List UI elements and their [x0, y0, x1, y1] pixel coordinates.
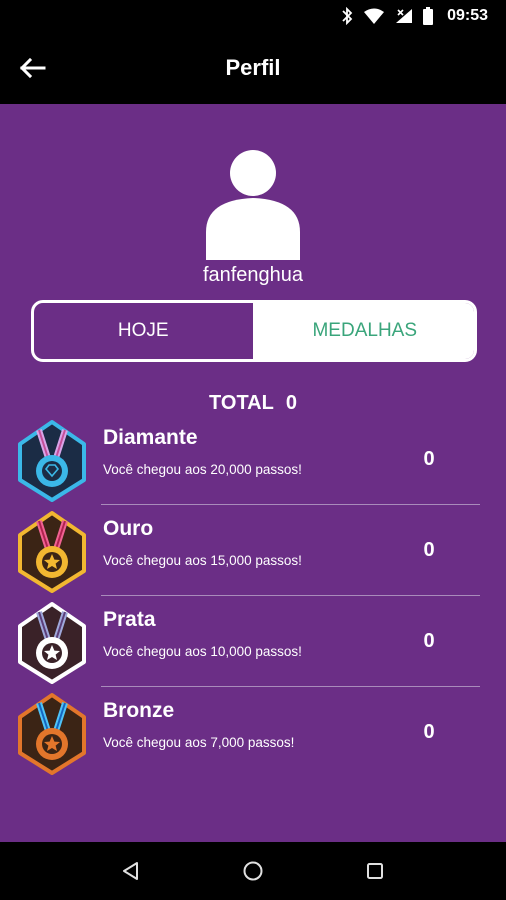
silver-medal-icon [18, 602, 86, 684]
list-item: Diamante Você chegou aos 20,000 passos! … [0, 414, 506, 505]
home-circle-icon [243, 861, 263, 881]
person-icon [206, 150, 300, 260]
tab-medalhas[interactable]: MEDALHAS [255, 303, 474, 359]
page-title: Perfil [225, 55, 281, 80]
app-bar: Perfil [0, 32, 506, 104]
medal-name: Prata [103, 608, 156, 631]
medal-description: Você chegou aos 10,000 passos! [103, 644, 302, 659]
medal-count: 0 [423, 448, 435, 470]
signal-icon [395, 8, 413, 24]
navigation-bar [0, 842, 506, 900]
nav-back-button[interactable] [111, 851, 151, 891]
medal-count: 0 [423, 539, 435, 561]
list-item: Bronze Você chegou aos 7,000 passos! 0 [0, 687, 506, 778]
medal-name: Diamante [103, 426, 198, 449]
bluetooth-icon [341, 7, 353, 25]
profile-content: fanfenghua HOJE MEDALHAS TOTAL 0 Diamante… [0, 104, 506, 842]
back-triangle-icon [123, 862, 138, 880]
medal-name: Ouro [103, 517, 154, 540]
medal-name: Bronze [103, 699, 175, 722]
bronze-medal-icon [18, 693, 86, 775]
wifi-icon [363, 8, 385, 24]
status-time: 09:53 [447, 7, 488, 24]
nav-home-button[interactable] [233, 851, 273, 891]
medal-count: 0 [423, 630, 435, 652]
arrow-left-icon [19, 57, 46, 79]
username: fanfenghua [202, 264, 304, 286]
medal-count: 0 [423, 721, 435, 743]
medal-description: Você chegou aos 7,000 passos! [103, 735, 295, 750]
gold-medal-icon [18, 511, 86, 593]
total-row: TOTAL 0 [0, 392, 506, 415]
tab-hoje[interactable]: HOJE [34, 303, 256, 359]
list-item: Prata Você chegou aos 10,000 passos! 0 [0, 596, 506, 687]
list-item: Ouro Você chegou aos 15,000 passos! 0 [0, 505, 506, 596]
back-button[interactable] [14, 52, 50, 84]
tab-bar: HOJE MEDALHAS [31, 300, 477, 362]
battery-icon [423, 7, 434, 25]
recents-square-icon [367, 863, 383, 879]
nav-recents-button[interactable] [355, 851, 395, 891]
diamond-medal-icon [18, 420, 86, 502]
medal-description: Você chegou aos 15,000 passos! [103, 553, 302, 568]
total-value: 0 [285, 392, 297, 414]
medal-description: Você chegou aos 20,000 passos! [103, 462, 302, 477]
status-bar: 09:53 [0, 0, 506, 32]
total-label: TOTAL [209, 392, 274, 414]
medal-list: Diamante Você chegou aos 20,000 passos! … [0, 414, 506, 778]
